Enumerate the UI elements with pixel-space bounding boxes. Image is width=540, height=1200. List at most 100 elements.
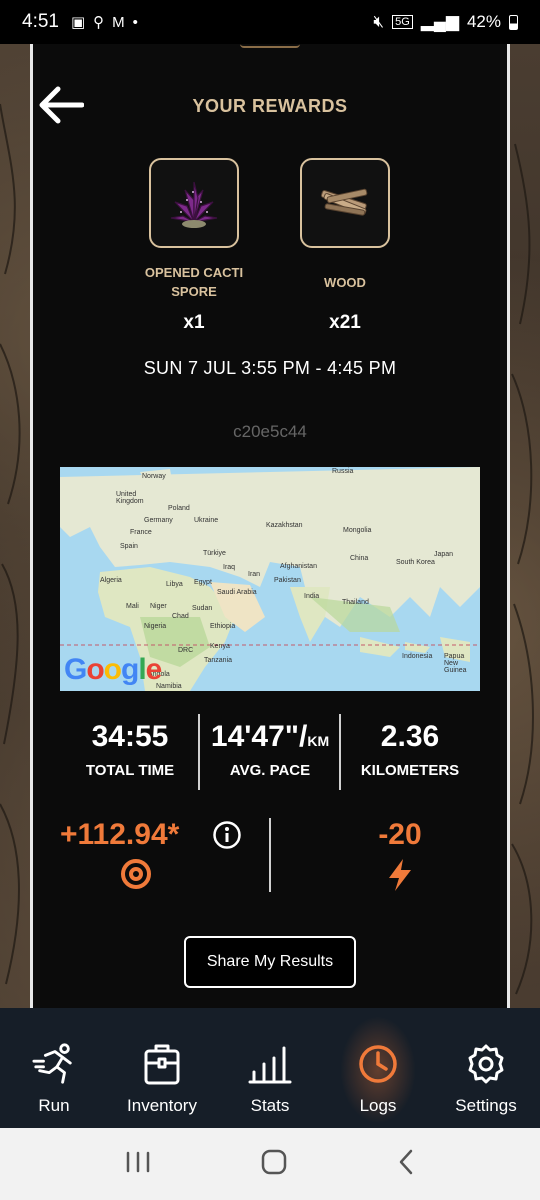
- back-nav-icon[interactable]: [396, 1148, 416, 1181]
- reward-name-line1: OPENED CACTI: [144, 265, 244, 280]
- runner-icon: [32, 1042, 76, 1086]
- distance-value: 2.36: [380, 720, 440, 753]
- battery-icon: [509, 14, 518, 30]
- nav-inventory[interactable]: Inventory: [108, 1008, 216, 1128]
- reward-name: WOOD: [270, 262, 420, 302]
- dot-icon: •: [132, 13, 138, 31]
- map-label: Ukraine: [194, 517, 219, 524]
- nav-logs[interactable]: Logs: [324, 1008, 432, 1128]
- avg-pace-value: 14'47"/KM: [200, 720, 340, 754]
- bottom-nav: Run Inventory Stats Logs Settings: [0, 1008, 540, 1128]
- stat-avg-pace: 14'47"/KM AVG. PACE: [200, 720, 340, 779]
- reward-icon-box: [149, 158, 239, 248]
- google-logo: Google: [64, 653, 162, 686]
- mute-icon: 🔇︎: [373, 12, 385, 31]
- distance-label: KILOMETERS: [360, 762, 460, 779]
- status-right: 🔇︎ 5G ▂▄▆ 42%: [373, 12, 518, 32]
- reward-name: OPENED CACTI SPORE: [119, 262, 269, 302]
- signal-icon: ▂▄▆: [420, 12, 459, 31]
- reward-name-line2: SPORE: [171, 284, 217, 299]
- map-label: France: [130, 529, 152, 536]
- map-label: Poland: [168, 505, 190, 512]
- map-label: Norway: [142, 473, 166, 480]
- wood-icon: [320, 188, 368, 216]
- reward-item[interactable]: WOOD x21: [270, 158, 420, 334]
- system-nav-bar: [0, 1128, 540, 1200]
- bike-icon: ⚲: [93, 14, 105, 31]
- map-label: DRC: [178, 647, 194, 654]
- map-label: Iran: [248, 571, 261, 578]
- divider: [269, 818, 271, 892]
- map-label: Pakistan: [274, 577, 301, 584]
- route-map[interactable]: Russia Norway United Kingdom Poland Germ…: [60, 467, 480, 691]
- back-arrow-icon: [39, 86, 84, 124]
- status-bar: 4:51 ▣ ⚲ M • 🔇︎ 5G ▂▄▆ 42%: [0, 0, 540, 44]
- stat-total-time: 34:55 TOTAL TIME: [60, 720, 200, 779]
- reward-name-line1: WOOD: [324, 274, 366, 290]
- map-label: Mongolia: [343, 527, 372, 534]
- map-label: India: [304, 593, 320, 600]
- map-label: Russia: [332, 468, 354, 475]
- map-label: Türkiye: [203, 550, 226, 557]
- avg-pace-number: 14'47"/: [210, 720, 308, 753]
- reward-quantity: x1: [183, 312, 205, 333]
- map-label: Germany: [144, 517, 173, 524]
- map-label: South Korea: [396, 559, 435, 566]
- map-label: Indonesia: [402, 653, 433, 660]
- energy-value: -20: [378, 818, 422, 851]
- nav-logs-label: Logs: [359, 1096, 397, 1115]
- nav-settings[interactable]: Settings: [432, 1008, 540, 1128]
- map-label: Papua New Guinea: [444, 653, 467, 674]
- back-button[interactable]: [36, 80, 86, 130]
- map-label: Japan: [434, 551, 454, 558]
- session-date-range: SUN 7 JUL 3:55 PM - 4:45 PM: [143, 358, 397, 378]
- recents-icon[interactable]: [124, 1150, 152, 1179]
- nav-stats-label: Stats: [250, 1096, 290, 1115]
- session-id: c20e5c44: [233, 422, 307, 441]
- status-time: 4:51: [22, 11, 59, 32]
- nav-run-label: Run: [38, 1096, 70, 1115]
- map-label: Sudan: [192, 605, 213, 612]
- clock-icon: [356, 1042, 400, 1086]
- avg-pace-unit: KM: [307, 733, 330, 749]
- map-label: Afghanistan: [280, 563, 317, 570]
- reward-icon-box: [300, 158, 390, 248]
- map-label: Chad: [172, 613, 189, 620]
- map-label: Kenya: [210, 643, 230, 650]
- map-label: Ethiopia: [210, 623, 236, 630]
- reward-quantity: x21: [329, 312, 361, 333]
- nav-stats[interactable]: Stats: [216, 1008, 324, 1128]
- map-label: Egypt: [194, 579, 212, 586]
- home-icon[interactable]: [260, 1148, 288, 1181]
- info-icon[interactable]: [212, 820, 242, 850]
- network-icon: 5G: [392, 15, 413, 29]
- map-label: Libya: [166, 581, 183, 588]
- reward-item[interactable]: OPENED CACTI SPORE x1: [119, 158, 269, 334]
- share-results-button[interactable]: Share My Results: [184, 936, 356, 988]
- map-label: Algeria: [100, 577, 122, 584]
- gmail-icon: M: [112, 13, 125, 31]
- cacti-spore-icon: [170, 181, 218, 228]
- stat-distance: 2.36 KILOMETERS: [340, 720, 480, 779]
- total-time-value: 34:55: [91, 720, 169, 753]
- energy-spent: -20: [340, 818, 460, 897]
- avg-pace-label: AVG. PACE: [229, 762, 311, 779]
- rewards-title: YOUR REWARDS: [192, 96, 348, 116]
- map-label: Tanzania: [204, 657, 233, 664]
- nav-inventory-label: Inventory: [127, 1096, 197, 1115]
- bar-chart-icon: [248, 1042, 292, 1086]
- map-label: Thailand: [342, 599, 369, 606]
- panel-arc: [240, 44, 300, 48]
- total-time-label: TOTAL TIME: [85, 762, 175, 779]
- gear-icon: [464, 1042, 508, 1086]
- nav-run[interactable]: Run: [0, 1008, 108, 1128]
- map-label: Nigeria: [144, 623, 167, 630]
- map-label: Saudi Arabia: [217, 589, 257, 596]
- map-label: Mali: [126, 603, 139, 610]
- nav-settings-label: Settings: [455, 1096, 517, 1115]
- map-label: Iraq: [223, 564, 236, 571]
- chest-icon: [140, 1042, 184, 1086]
- map-label: Kazakhstan: [266, 522, 303, 529]
- map-label: Spain: [120, 543, 138, 550]
- map-label: China: [350, 555, 369, 562]
